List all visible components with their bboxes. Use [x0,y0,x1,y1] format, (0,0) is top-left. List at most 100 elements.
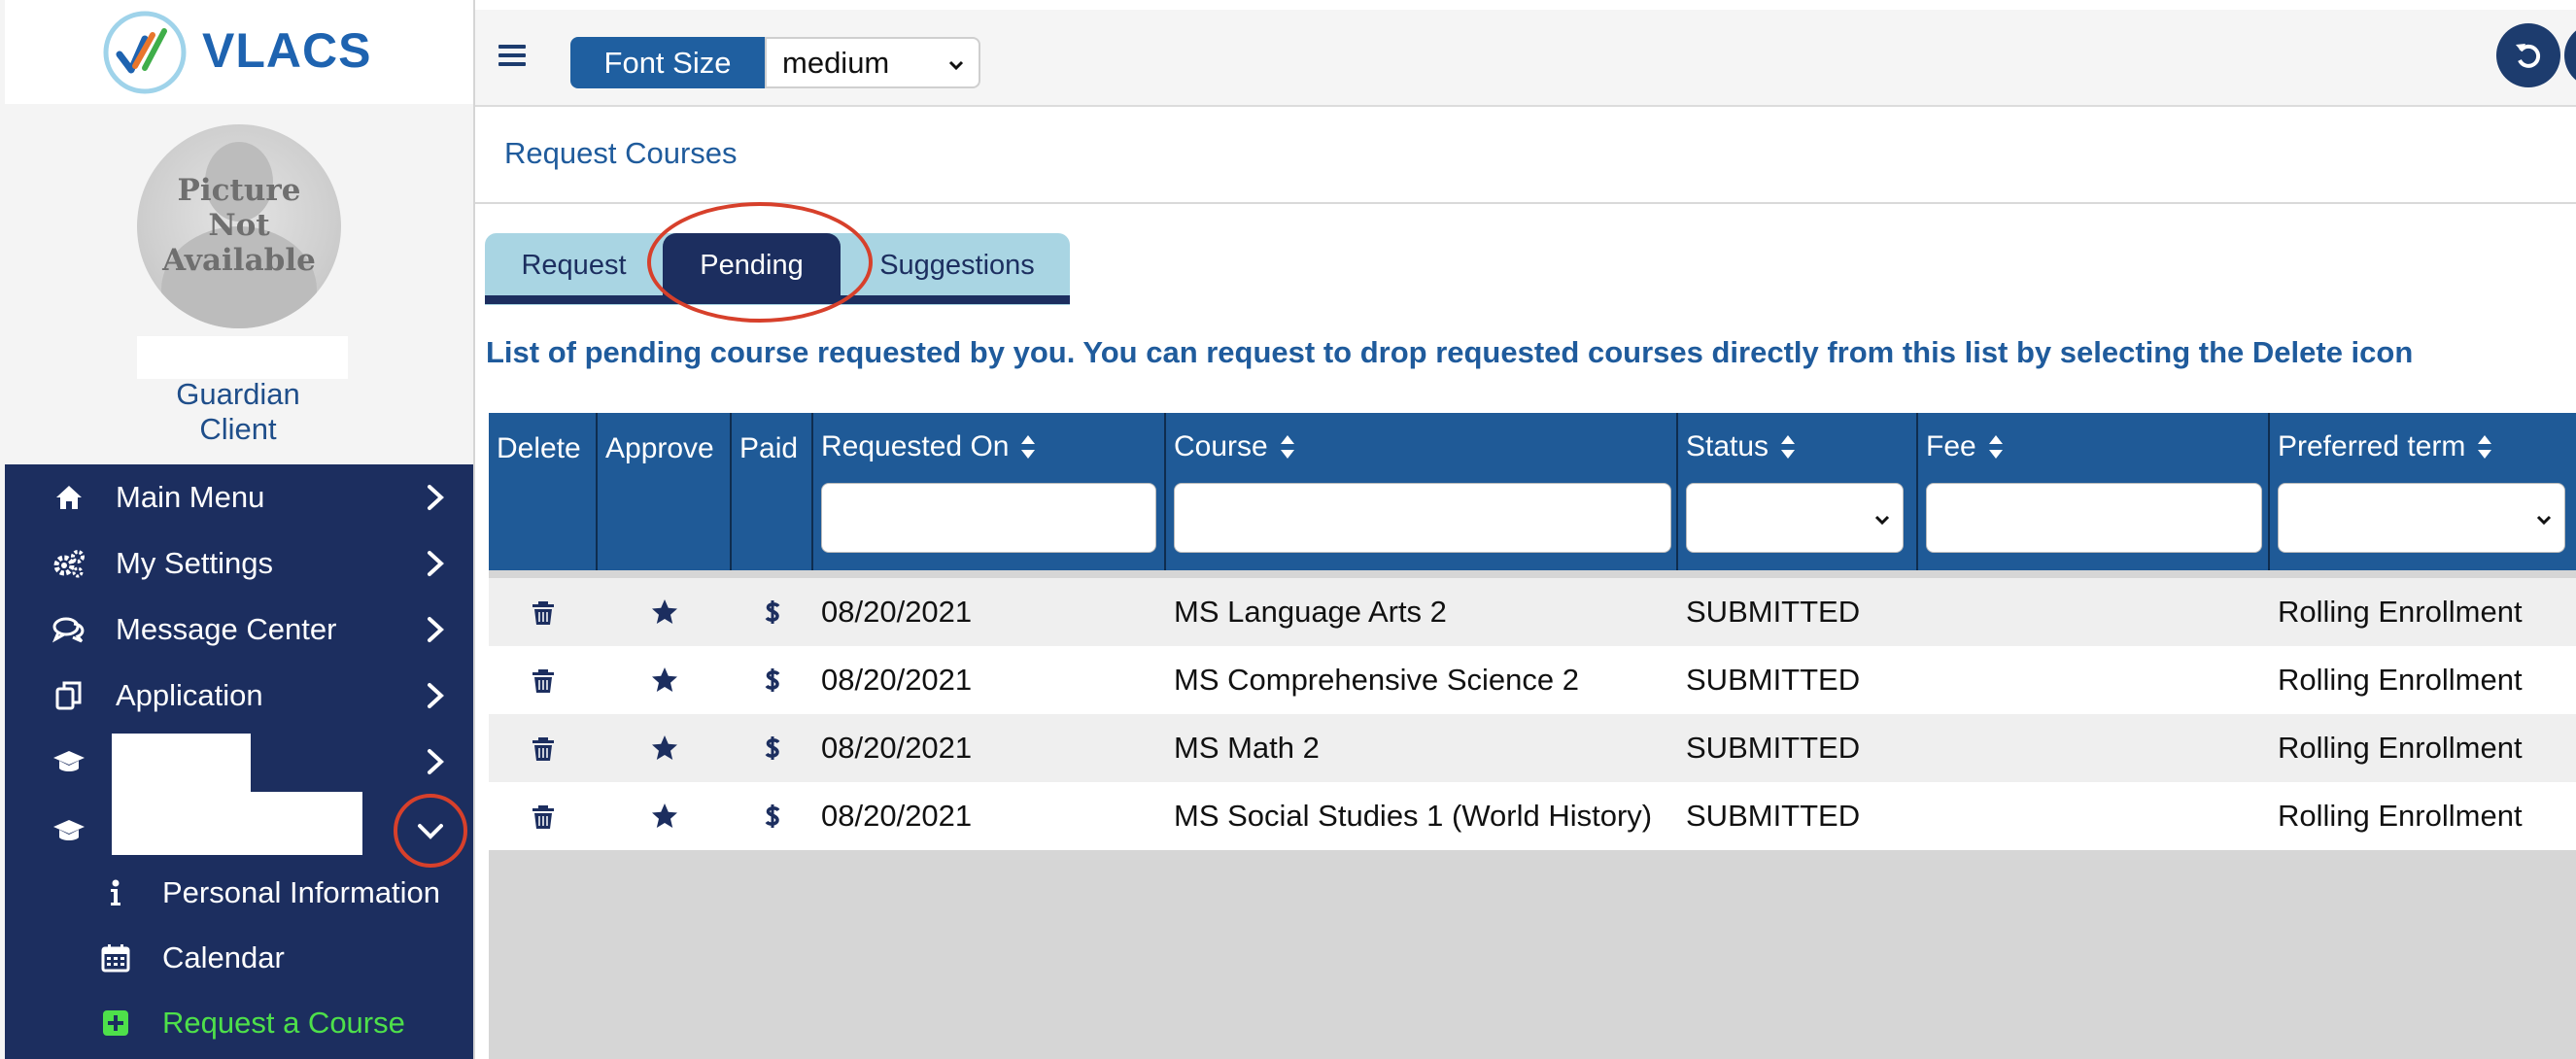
redacted-name-box [112,792,362,855]
dollar-icon[interactable] [758,802,787,831]
sidebar-subitem-calendar[interactable]: Calendar [5,926,473,990]
sidebar-item-student-redacted[interactable] [5,729,473,795]
approve-cell [598,714,732,782]
sidebar-subitem-label: Request a Course [162,1006,405,1040]
chevron-right-icon [428,749,444,774]
paid-cell [732,646,813,714]
delete-cell [489,646,598,714]
chat-icon [52,612,86,647]
sidebar: VLACS Picture Not Available Guardian Cli… [0,0,473,1059]
sidebar-subitem-request-a-course[interactable]: Request a Course [5,991,473,1055]
user-name-redacted [137,336,348,379]
sort-icon[interactable] [1280,434,1295,460]
sort-icon[interactable] [1780,434,1796,460]
trash-icon[interactable] [529,734,558,763]
column-header-status[interactable]: Status [1678,413,1918,570]
chevron-right-icon [428,485,444,510]
trash-icon[interactable] [529,598,558,627]
sidebar-item-label: Main Menu [116,480,265,514]
course-cell: MS Language Arts 2 [1174,595,1447,629]
sidebar-item-my-settings[interactable]: My Settings [5,530,473,597]
star-icon[interactable] [650,802,679,831]
expand-toggle-highlight[interactable] [394,794,467,868]
refresh-icon [2516,44,2541,68]
requested-on-cell: 08/20/2021 [821,799,973,833]
column-header-preferred-term[interactable]: Preferred term [2270,413,2576,570]
sidebar-item-main-menu[interactable]: Main Menu [5,464,473,530]
tab-suggestions[interactable]: Suggestions [850,233,1064,297]
page-title[interactable]: Request Courses [504,136,738,171]
chevron-right-icon [428,683,444,708]
course-cell: MS Social Studies 1 (World History) [1174,799,1653,833]
sidebar-nav: Main Menu My Settings Message Center App… [5,464,473,1059]
logo[interactable]: VLACS [5,0,473,104]
graduation-cap-icon [52,744,86,779]
copy-icon [52,678,86,713]
column-header-approve: Approve [598,413,732,570]
status-cell: SUBMITTED [1686,663,1861,697]
requested-on-filter-input[interactable] [821,483,1156,553]
column-header-requested-on[interactable]: Requested On [813,413,1166,570]
gears-icon [52,546,86,581]
requested-on-cell: 08/20/2021 [821,595,973,629]
chevron-right-icon [428,617,444,642]
dollar-icon[interactable] [758,734,787,763]
approve-cell [598,782,732,850]
sidebar-subitem-label: Calendar [162,940,285,974]
course-cell: MS Math 2 [1174,731,1320,765]
delete-cell [489,578,598,646]
delete-cell [489,714,598,782]
status-filter-select[interactable] [1686,483,1904,553]
tab-underline [485,295,1070,304]
font-size-label: Font Size [570,37,765,88]
sort-icon[interactable] [1988,434,2004,460]
dollar-icon[interactable] [758,598,787,627]
chevron-down-icon [1874,515,1890,526]
page-header: Request Courses [475,109,2576,204]
user-menu-button[interactable] [2564,23,2576,87]
refresh-button[interactable] [2496,23,2560,87]
column-header-course[interactable]: Course [1166,413,1678,570]
preferred-term-cell: Rolling Enrollment [2278,595,2523,629]
star-icon[interactable] [650,666,679,695]
plus-square-icon [98,1006,133,1041]
table-row: 08/20/2021 MS Comprehensive Science 2 SU… [489,646,2576,714]
requested-on-cell: 08/20/2021 [821,731,973,765]
preferred-term-cell: Rolling Enrollment [2278,663,2523,697]
approve-cell [598,646,732,714]
requested-on-cell: 08/20/2021 [821,663,973,697]
sidebar-item-application[interactable]: Application [5,663,473,729]
sidebar-item-message-center[interactable]: Message Center [5,597,473,663]
paid-cell [732,578,813,646]
font-size-select[interactable]: medium [765,37,980,88]
sidebar-item-label: My Settings [116,546,273,580]
table-header: Delete Approve Paid Requested On Course … [489,413,2576,570]
pending-courses-table: Delete Approve Paid Requested On Course … [489,413,2576,1059]
star-icon[interactable] [650,598,679,627]
paid-cell [732,782,813,850]
course-filter-input[interactable] [1174,483,1671,553]
dollar-icon[interactable] [758,666,787,695]
sort-icon[interactable] [1020,434,1036,460]
chevron-down-icon [948,60,964,71]
preferred-term-filter-select[interactable] [2278,483,2565,553]
avatar-placeholder-text: Picture Not Available [162,173,316,278]
star-icon[interactable] [650,734,679,763]
course-cell: MS Comprehensive Science 2 [1174,663,1579,697]
sidebar-subitem-label: Personal Information [162,875,441,909]
chevron-down-icon [2536,515,2552,526]
tab-request[interactable]: Request [485,233,663,297]
font-size-value: medium [782,45,890,80]
home-icon [52,480,86,515]
approve-cell [598,578,732,646]
sidebar-subitem-personal-information[interactable]: Personal Information [5,861,473,925]
fee-filter-input[interactable] [1926,483,2262,553]
column-header-fee[interactable]: Fee [1918,413,2270,570]
sort-icon[interactable] [2477,434,2492,460]
tab-bar: Request Pending Suggestions [485,233,1070,305]
tab-pending[interactable]: Pending [663,233,841,297]
trash-icon[interactable] [529,666,558,695]
hamburger-menu-icon[interactable] [498,45,526,70]
trash-icon[interactable] [529,802,558,831]
chevron-right-icon [428,551,444,576]
